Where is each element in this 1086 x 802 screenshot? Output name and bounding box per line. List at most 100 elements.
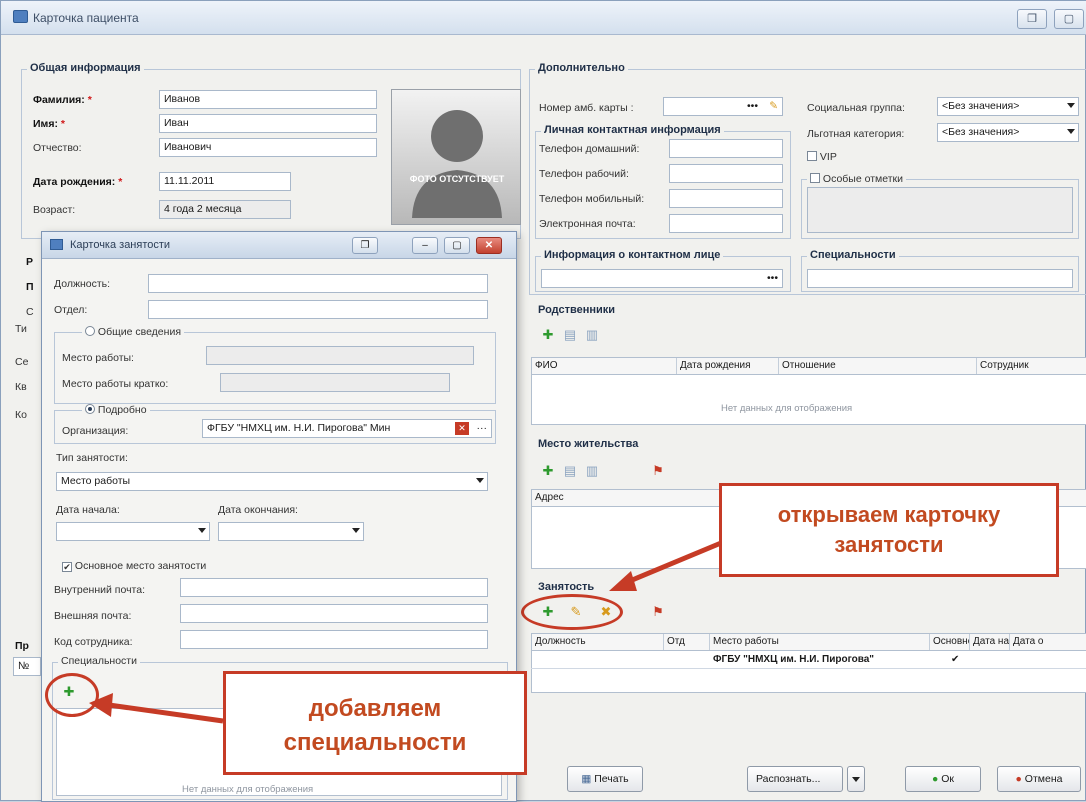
- add-address-icon[interactable]: ✚: [539, 463, 557, 479]
- hidden-type-label: Ти: [15, 323, 27, 335]
- privilege-label: Льготная категория:: [807, 128, 905, 140]
- position-input[interactable]: [148, 274, 488, 293]
- dialog-maximize-button[interactable]: ▢: [444, 237, 470, 254]
- main-place-checkbox[interactable]: ✔ Основное место занятости: [62, 560, 206, 572]
- special-marks-checkbox[interactable]: Особые отметки: [807, 173, 907, 185]
- photo-placeholder[interactable]: ФОТО ОТСУТСТВУЕТ: [391, 89, 521, 225]
- end-date-input[interactable]: [218, 522, 364, 541]
- employee-code-label: Код сотрудника:: [54, 636, 133, 648]
- special-marks-text[interactable]: [807, 187, 1073, 233]
- flag-employment-icon[interactable]: ⚑: [649, 604, 667, 620]
- edit-address-icon[interactable]: ▤: [561, 463, 579, 479]
- add-relative-icon[interactable]: ✚: [539, 327, 557, 343]
- pencil-icon[interactable]: ✎: [769, 98, 778, 115]
- delete-address-icon[interactable]: ▥: [583, 463, 601, 479]
- recognize-dropdown[interactable]: [847, 766, 865, 792]
- employment-title: Занятость: [535, 581, 598, 593]
- restore-button[interactable]: ❐: [1017, 9, 1047, 29]
- lastname-label: Фамилия: *: [33, 94, 92, 106]
- phone-home-label: Телефон домашний:: [539, 143, 640, 155]
- hidden-code-label: Ко: [15, 409, 27, 421]
- end-date-label: Дата окончания:: [218, 504, 298, 516]
- phone-mobile-input[interactable]: [669, 189, 783, 208]
- firstname-input[interactable]: Иван: [159, 114, 377, 133]
- patronymic-input[interactable]: Иванович: [159, 138, 377, 157]
- relatives-col-employee: Сотрудник: [980, 360, 1029, 371]
- social-group-label: Социальная группа:: [807, 102, 905, 114]
- workplace-short-label: Место работы кратко:: [62, 378, 169, 390]
- organization-label: Организация:: [62, 425, 129, 437]
- birthdate-label: Дата рождения: *: [33, 176, 123, 188]
- employee-code-input[interactable]: [180, 630, 488, 649]
- recognize-button[interactable]: Распознать...: [747, 766, 843, 792]
- employment-row-workplace: ФГБУ "НМХЦ им. Н.И. Пирогова": [713, 654, 875, 665]
- phone-work-input[interactable]: [669, 164, 783, 183]
- external-phone-input[interactable]: [180, 604, 488, 623]
- window-title: Карточка пациента: [33, 11, 139, 25]
- hidden-label-2: П: [26, 281, 34, 293]
- flag-address-icon[interactable]: ⚑: [649, 463, 667, 479]
- general-info-title: Общая информация: [27, 62, 144, 74]
- internal-phone-input[interactable]: [180, 578, 488, 597]
- employment-type-select[interactable]: Место работы: [56, 472, 488, 491]
- specialties-input[interactable]: [807, 269, 1073, 288]
- arrow-to-toolbar-icon: [609, 540, 722, 591]
- dialog-minimize-button[interactable]: –: [412, 237, 438, 254]
- callout-open-card: открываем карточку занятости: [719, 483, 1059, 577]
- delete-relative-icon[interactable]: ▥: [583, 327, 601, 343]
- employment-type-label: Тип занятости:: [56, 452, 128, 464]
- hidden-passport-label: Пр: [15, 640, 29, 652]
- card-number-label: Номер амб. карты :: [539, 102, 634, 114]
- callout-add-specialties: добавляем специальности: [223, 671, 527, 775]
- patient-card-window: Карточка пациента ❐ ▢ Общая информация Ф…: [0, 0, 1086, 802]
- card-number-input[interactable]: ••• ✎: [663, 97, 783, 116]
- hidden-issued-label: Кв: [15, 381, 27, 393]
- print-button[interactable]: ▦ Печать: [567, 766, 643, 792]
- privilege-select[interactable]: <Без значения>: [937, 123, 1079, 142]
- dialog-title: Карточка занятости: [70, 239, 171, 251]
- cancel-button[interactable]: ● Отмена: [997, 766, 1081, 792]
- phone-mobile-label: Телефон мобильный:: [539, 193, 645, 205]
- dialog-restore-button[interactable]: ❐: [352, 237, 378, 254]
- general-info-radio[interactable]: Общие сведения: [82, 326, 184, 338]
- position-label: Должность:: [54, 278, 111, 290]
- dialog-specialties-title: Специальности: [58, 655, 140, 667]
- department-input[interactable]: [148, 300, 488, 319]
- employment-col-end: Дата о: [1013, 636, 1044, 647]
- employment-col-main: Основно: [930, 634, 970, 650]
- relatives-col-relation: Отношение: [779, 358, 977, 374]
- ok-button[interactable]: ● Ок: [905, 766, 981, 792]
- patronymic-label: Отчество:: [33, 142, 82, 154]
- start-date-input[interactable]: [56, 522, 210, 541]
- workplace-input[interactable]: [206, 346, 474, 365]
- hidden-label-3: С: [26, 306, 34, 318]
- birthdate-input[interactable]: 11.11.2011: [159, 172, 291, 191]
- workplace-short-input[interactable]: [220, 373, 450, 392]
- personal-contacts-title: Личная контактная информация: [541, 124, 724, 136]
- dialog-specialties-empty-text: Нет данных для отображения: [182, 784, 314, 795]
- maximize-button[interactable]: ▢: [1054, 9, 1084, 29]
- detailed-radio[interactable]: Подробно: [82, 404, 150, 416]
- hidden-num-field: №: [13, 657, 41, 676]
- employment-col-start: Дата на: [970, 634, 1010, 650]
- clear-organization-icon[interactable]: ✕: [455, 422, 469, 435]
- employment-row[interactable]: ФГБУ "НМХЦ им. Н.И. Пирогова" ✔: [531, 651, 1086, 669]
- social-group-select[interactable]: <Без значения>: [937, 97, 1079, 116]
- organization-ellipsis-icon[interactable]: ···: [477, 420, 488, 437]
- person-silhouette-icon: [412, 110, 502, 218]
- ellipsis-icon[interactable]: •••: [747, 98, 758, 115]
- dialog-close-button[interactable]: ✕: [476, 237, 502, 254]
- organization-input[interactable]: ФГБУ "НМХЦ им. Н.И. Пирогова" Мин ✕ ···: [202, 419, 492, 438]
- lastname-input[interactable]: Иванов: [159, 90, 377, 109]
- email-input[interactable]: [669, 214, 783, 233]
- relatives-title: Родственники: [535, 304, 619, 316]
- vip-checkbox[interactable]: VIP: [807, 151, 837, 163]
- phone-home-input[interactable]: [669, 139, 783, 158]
- email-label: Электронная почта:: [539, 218, 636, 230]
- external-phone-label: Внешняя почта:: [54, 610, 132, 622]
- residence-title: Место жительства: [535, 438, 642, 450]
- relatives-empty-text: Нет данных для отображения: [721, 403, 853, 414]
- edit-relative-icon[interactable]: ▤: [561, 327, 579, 343]
- employment-col-department: Отд: [664, 634, 710, 650]
- contact-person-input[interactable]: •••: [541, 269, 783, 288]
